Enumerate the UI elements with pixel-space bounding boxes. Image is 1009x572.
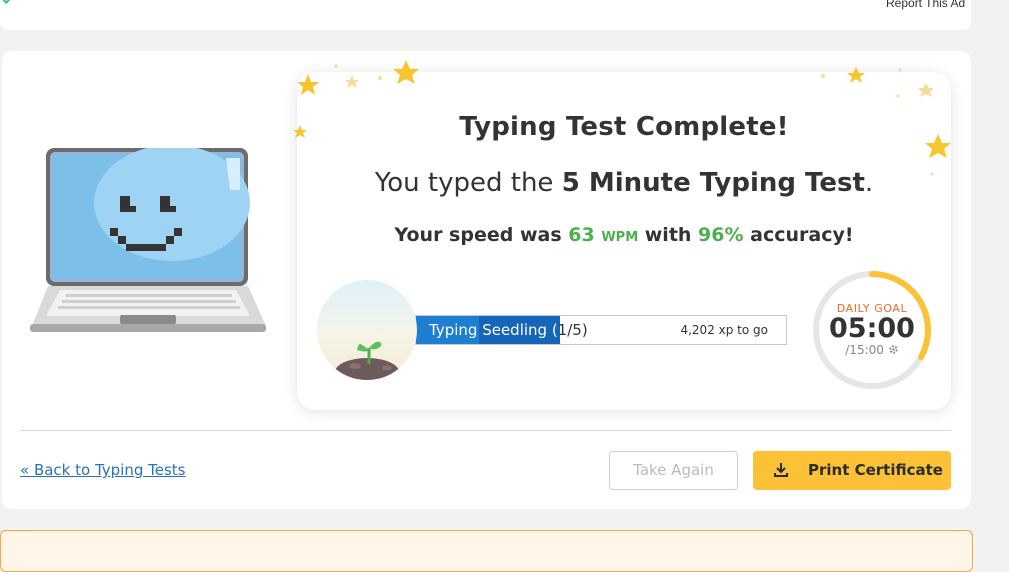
seedling-icon xyxy=(317,280,417,380)
notice-card xyxy=(0,530,973,572)
level-name-rest: 1/5) xyxy=(557,321,588,339)
top-card: Report This Ad xyxy=(0,0,971,30)
result-title: Typing Test Complete! xyxy=(459,112,789,142)
daily-goal-time: 05:00 xyxy=(829,313,915,344)
speed-prefix: Your speed was xyxy=(394,224,569,246)
back-to-typing-tests-link[interactable]: « Back to Typing Tests xyxy=(20,461,186,479)
daily-goal-total-text: /15:00 xyxy=(845,343,884,357)
speed-summary: Your speed was 63 WPM with 96% accuracy! xyxy=(297,224,951,246)
test-name: 5 Minute Typing Test xyxy=(561,168,865,198)
result-subtitle: You typed the 5 Minute Typing Test. xyxy=(297,168,951,198)
check-icon xyxy=(2,0,12,4)
level-name: Typing Seedling (1/5) xyxy=(429,321,588,339)
smiling-laptop-icon xyxy=(30,148,266,332)
divider xyxy=(20,430,951,431)
gear-icon[interactable] xyxy=(888,344,899,355)
print-certificate-label: Print Certificate xyxy=(808,461,943,479)
report-ad-link[interactable]: Report This Ad xyxy=(886,0,965,9)
speed-mid: with xyxy=(638,224,699,246)
xp-to-go: 4,202 xp to go xyxy=(680,323,768,337)
take-again-button[interactable]: Take Again xyxy=(609,451,738,490)
accuracy-value: 96% xyxy=(698,224,744,246)
wpm-unit: WPM xyxy=(601,230,639,245)
download-icon xyxy=(774,463,788,477)
subtitle-prefix: You typed the xyxy=(374,168,562,198)
wpm-value: 63 xyxy=(568,224,595,246)
speed-suffix: accuracy! xyxy=(743,224,854,246)
print-certificate-button[interactable]: Print Certificate xyxy=(753,451,951,490)
daily-goal-total[interactable]: /15:00 xyxy=(810,343,934,357)
subtitle-suffix: . xyxy=(864,168,874,198)
level-name-highlighted: Typing Seedling ( xyxy=(429,321,558,339)
level-progress-bar: Typing Seedling (1/5) 4,202 xp to go xyxy=(415,315,787,345)
